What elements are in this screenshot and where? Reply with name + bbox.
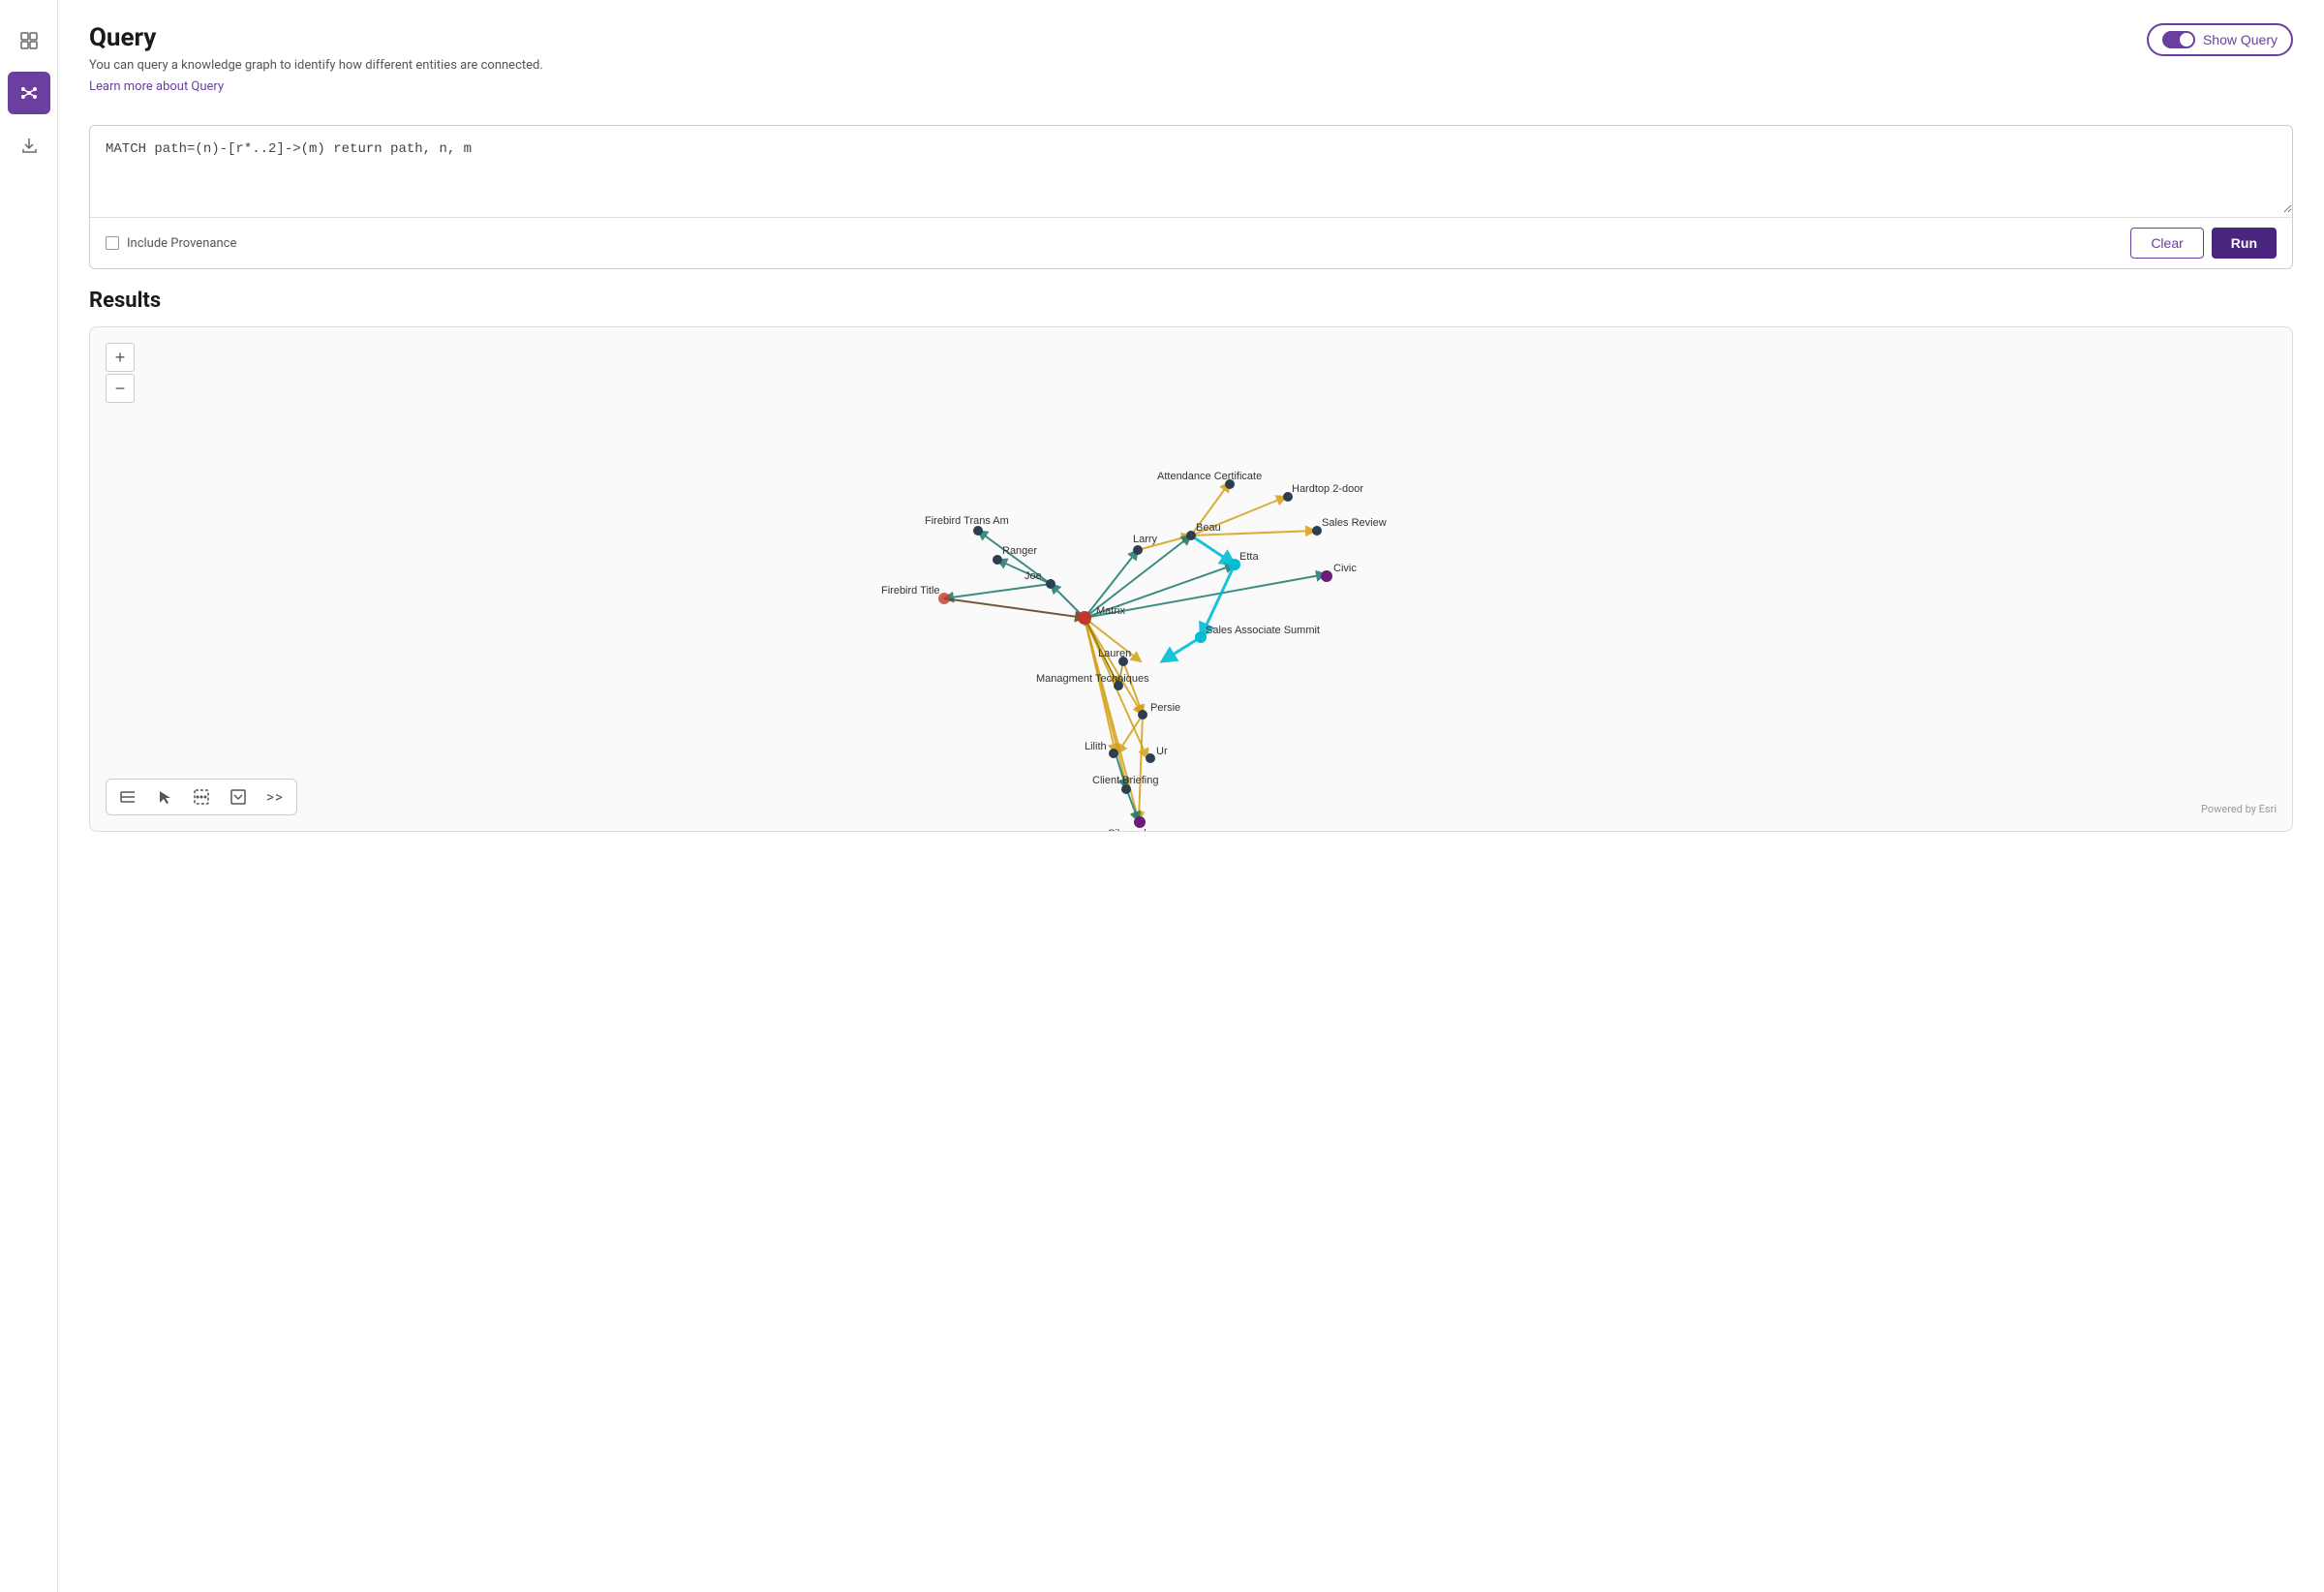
show-query-label: Show Query <box>2203 32 2278 47</box>
cursor-icon[interactable] <box>153 785 176 809</box>
svg-text:Larry: Larry <box>1133 534 1158 545</box>
sidebar <box>0 0 58 1592</box>
svg-text:Civic: Civic <box>1333 563 1357 574</box>
svg-text:Ranger: Ranger <box>1002 545 1037 557</box>
results-container: + − <box>89 326 2293 832</box>
run-button[interactable]: Run <box>2212 228 2277 259</box>
svg-text:Beau: Beau <box>1196 522 1221 534</box>
graph-area: Matrix Joe Larry Beau Etta Lauren <box>90 327 2292 831</box>
results-title: Results <box>89 289 2293 313</box>
zoom-out-button[interactable]: − <box>106 374 135 403</box>
svg-text:Firebird Trans Am: Firebird Trans Am <box>925 515 1009 527</box>
include-provenance-checkbox[interactable] <box>106 236 119 250</box>
learn-more-link[interactable]: Learn more about Query <box>89 79 224 94</box>
toggle-switch-icon <box>2162 31 2195 48</box>
svg-text:Hardtop 2-door: Hardtop 2-door <box>1292 483 1363 495</box>
graph-svg: Matrix Joe Larry Beau Etta Lauren <box>90 327 2292 831</box>
zoom-in-button[interactable]: + <box>106 343 135 372</box>
filter-icon[interactable] <box>227 785 250 809</box>
svg-text:Sales Review: Sales Review <box>1322 517 1387 529</box>
query-btn-group: Clear Run <box>2130 228 2277 259</box>
query-footer: Include Provenance Clear Run <box>90 217 2292 268</box>
more-options-icon[interactable]: >> <box>263 785 287 809</box>
svg-text:Persie: Persie <box>1150 702 1180 714</box>
svg-text:Matrix: Matrix <box>1096 605 1125 617</box>
svg-text:Managment Techniques: Managment Techniques <box>1036 673 1149 685</box>
graph-controls: + − <box>106 343 135 403</box>
provenance-label[interactable]: Include Provenance <box>106 236 236 251</box>
show-query-toggle[interactable]: Show Query <box>2147 23 2293 56</box>
svg-text:Lilith: Lilith <box>1085 741 1107 752</box>
list-view-icon[interactable] <box>116 785 139 809</box>
select-box-icon[interactable] <box>190 785 213 809</box>
svg-text:Lauren: Lauren <box>1098 648 1131 659</box>
powered-by-label: Powered by Esri <box>2201 803 2277 815</box>
page-subtitle: You can query a knowledge graph to ident… <box>89 58 543 73</box>
page-title: Query <box>89 23 543 52</box>
header-left: Query You can query a knowledge graph to… <box>89 23 543 109</box>
sidebar-export-btn[interactable] <box>8 124 50 167</box>
sidebar-table-btn[interactable] <box>8 19 50 62</box>
query-box: MATCH path=(n)-[r*..2]->(m) return path,… <box>89 125 2293 269</box>
sidebar-graph-btn[interactable] <box>8 72 50 114</box>
graph-toolbar: >> <box>106 779 297 815</box>
query-textarea[interactable]: MATCH path=(n)-[r*..2]->(m) return path,… <box>90 126 2292 213</box>
svg-text:Firebird Title: Firebird Title <box>881 585 940 597</box>
svg-text:Client Briefing: Client Briefing <box>1092 775 1158 786</box>
main-content: Query You can query a knowledge graph to… <box>58 0 2324 1592</box>
svg-text:Ur: Ur <box>1156 746 1168 757</box>
page-container: Query You can query a knowledge graph to… <box>0 0 2324 1592</box>
svg-text:Etta: Etta <box>1239 551 1259 563</box>
header-row: Query You can query a knowledge graph to… <box>89 23 2293 109</box>
svg-text:Silverado: Silverado <box>1108 828 1152 831</box>
svg-text:Sales Associate Summit: Sales Associate Summit <box>1206 625 1320 636</box>
svg-text:Joe: Joe <box>1024 570 1042 582</box>
include-provenance-text: Include Provenance <box>127 236 236 251</box>
svg-text:Attendance Certificate: Attendance Certificate <box>1157 471 1262 482</box>
clear-button[interactable]: Clear <box>2130 228 2203 259</box>
